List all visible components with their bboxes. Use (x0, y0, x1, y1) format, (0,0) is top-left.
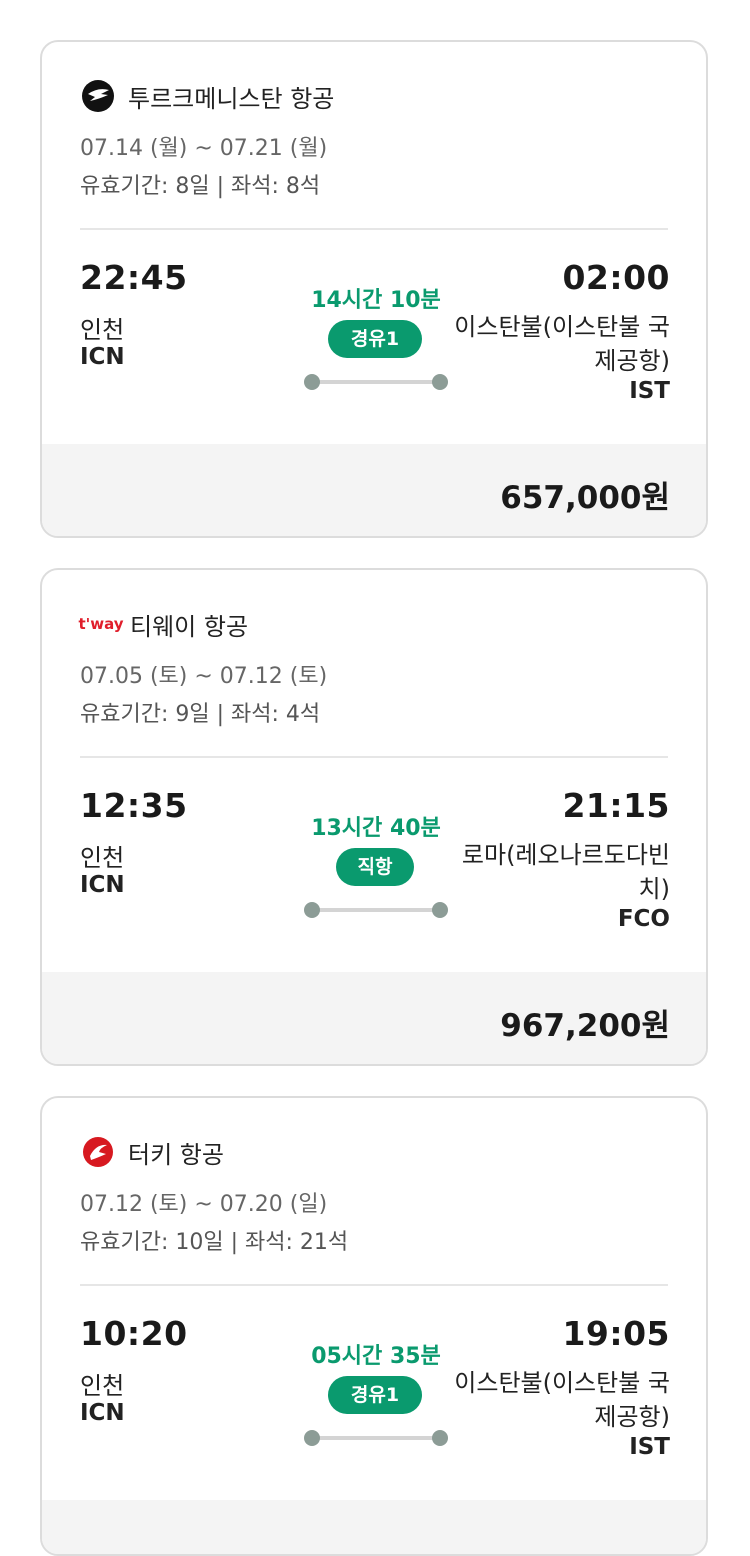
route-line-track (312, 380, 440, 384)
flight-duration: 05시간 35분 (311, 1344, 441, 1369)
arrival-time: 19:05 (562, 1314, 670, 1353)
airline-name: 투르크메니스탄 항공 (128, 84, 335, 113)
flight-route-section: 12:35 인천 ICN 13시간 40분 직항 21:15 로마(레오나르도다… (42, 758, 706, 972)
flight-card[interactable]: 터키 항공 07.12 (토) ~ 07.20 (일) 유효기간: 10일 | … (40, 1096, 708, 1556)
direct-badge: 직항 (336, 848, 414, 886)
flight-route-section: 10:20 인천 ICN 05시간 35분 경유1 19:05 이스탄불(이스탄… (42, 1286, 706, 1500)
arrival-code: IST (629, 1434, 670, 1460)
airline-row: 투르크메니스탄 항공 (80, 78, 334, 114)
price-bar (42, 1500, 706, 1554)
flight-card[interactable]: t'way 티웨이 항공 07.05 (토) ~ 07.12 (토) 유효기간:… (40, 568, 708, 1066)
stop-badge: 경유1 (328, 320, 422, 358)
airline-row: t'way 티웨이 항공 (78, 606, 249, 642)
airline-name: 티웨이 항공 (130, 612, 249, 641)
departure-city: 인천 (80, 1372, 125, 1400)
price-bar: 657,000원 (42, 444, 706, 536)
route-line-track (312, 1436, 440, 1440)
departure-time: 12:35 (80, 786, 188, 825)
airline-row: 터키 항공 (80, 1134, 224, 1170)
arrival-code: IST (629, 378, 670, 404)
tway-logo-icon: t'way (78, 606, 124, 642)
stop-badge: 경유1 (328, 1376, 422, 1414)
departure-code: ICN (80, 872, 125, 898)
departure-time: 10:20 (80, 1314, 188, 1353)
arrival-city: 이스탄불(이스탄불 국제공항) (454, 313, 670, 375)
arrival-time: 02:00 (562, 258, 670, 297)
turkmenistan-airlines-logo-icon (80, 78, 116, 114)
price-bar: 967,200원 (42, 972, 706, 1064)
validity-seats: 유효기간: 8일 | 좌석: 8석 (80, 174, 321, 199)
travel-dates: 07.12 (토) ~ 07.20 (일) (80, 1192, 328, 1217)
flight-route-section: 22:45 인천 ICN 14시간 10분 경유1 02:00 이스탄불(이스탄… (42, 230, 706, 444)
price: 967,200원 (500, 1008, 670, 1044)
flight-card[interactable]: 투르크메니스탄 항공 07.14 (월) ~ 07.21 (월) 유효기간: 8… (40, 40, 708, 538)
route-line (304, 1428, 448, 1448)
route-line-track (312, 908, 440, 912)
route-start-dot (304, 902, 320, 918)
flight-card-header: t'way 티웨이 항공 07.05 (토) ~ 07.12 (토) 유효기간:… (42, 570, 706, 758)
arrival-city: 이스탄불(이스탄불 국제공항) (454, 1369, 670, 1431)
departure-city: 인천 (80, 316, 125, 344)
arrival-city: 로마(레오나르도다빈치) (461, 841, 670, 903)
departure-code: ICN (80, 344, 125, 370)
airline-name: 터키 항공 (128, 1140, 224, 1169)
validity-seats: 유효기간: 10일 | 좌석: 21석 (80, 1230, 349, 1255)
price: 657,000원 (500, 480, 670, 516)
flight-card-header: 투르크메니스탄 항공 07.14 (월) ~ 07.21 (월) 유효기간: 8… (42, 42, 706, 230)
departure-code: ICN (80, 1400, 125, 1426)
turkish-airlines-logo-icon (80, 1134, 116, 1170)
travel-dates: 07.14 (월) ~ 07.21 (월) (80, 136, 328, 161)
flight-duration: 13시간 40분 (311, 816, 441, 841)
route-start-dot (304, 1430, 320, 1446)
departure-time: 22:45 (80, 258, 188, 297)
validity-seats: 유효기간: 9일 | 좌석: 4석 (80, 702, 321, 727)
tway-logo-text: t'way (78, 615, 124, 633)
route-start-dot (304, 374, 320, 390)
travel-dates: 07.05 (토) ~ 07.12 (토) (80, 664, 328, 689)
arrival-time: 21:15 (562, 786, 670, 825)
route-line (304, 900, 448, 920)
route-line (304, 372, 448, 392)
departure-city: 인천 (80, 844, 125, 872)
arrival-code: FCO (617, 906, 670, 932)
flight-card-header: 터키 항공 07.12 (토) ~ 07.20 (일) 유효기간: 10일 | … (42, 1098, 706, 1286)
flight-duration: 14시간 10분 (311, 288, 441, 313)
